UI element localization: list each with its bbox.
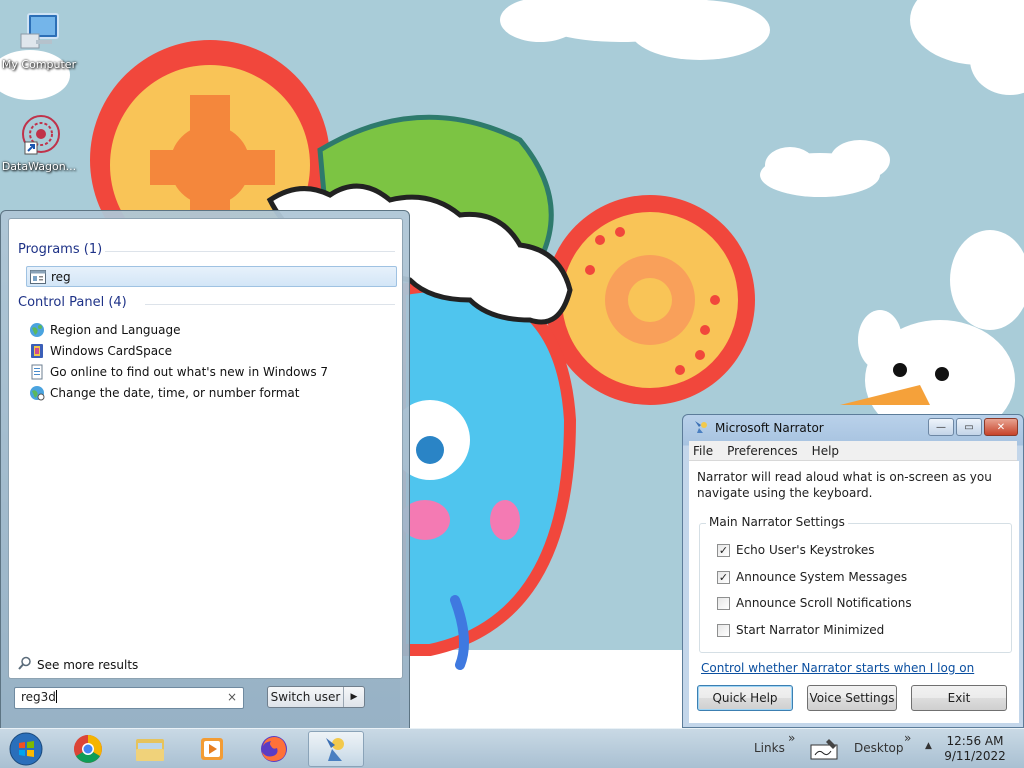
switch-user-arrow-icon[interactable]: ▶: [344, 687, 364, 707]
result-label: reg: [51, 269, 71, 284]
menu-file[interactable]: File: [693, 444, 713, 458]
narrator-app-icon: [693, 419, 709, 438]
desktop-icon-label: My Computer: [1, 58, 77, 71]
links-chevron-icon[interactable]: »: [788, 731, 795, 745]
checkbox-label: Announce Scroll Notifications: [736, 596, 912, 610]
checkbox-box[interactable]: ✓: [717, 570, 730, 584]
desktop-toolbar[interactable]: Desktop: [854, 741, 904, 755]
system-clock[interactable]: 12:56 AM 9/11/2022: [940, 734, 1010, 764]
start-menu: Programs (1) reg Control Panel (4) Regio…: [0, 210, 410, 730]
minimize-button[interactable]: —: [928, 418, 954, 436]
desktop-icon-datawagon[interactable]: DataWagon...: [1, 112, 77, 173]
close-button[interactable]: ✕: [984, 418, 1018, 436]
desktop-icon-my-computer[interactable]: My Computer: [1, 10, 77, 71]
chrome-icon: [74, 735, 102, 763]
clear-search-icon[interactable]: ×: [227, 690, 237, 704]
menu-preferences[interactable]: Preferences: [727, 444, 798, 458]
narrator-content: Narrator will read aloud what is on-scre…: [689, 461, 1019, 723]
checkbox-box[interactable]: [717, 596, 730, 610]
desktop-icon-label: DataWagon...: [1, 160, 77, 173]
control-panel-group-header[interactable]: Control Panel (4): [18, 295, 127, 310]
menu-help[interactable]: Help: [812, 444, 839, 458]
checkbox-label: Start Narrator Minimized: [736, 623, 885, 637]
result-program-reg[interactable]: reg: [26, 266, 397, 287]
search-icon: [18, 656, 32, 673]
links-toolbar[interactable]: Links: [754, 741, 785, 755]
desktop-chevron-icon[interactable]: »: [904, 731, 911, 745]
start-minimized-checkbox[interactable]: Start Narrator Minimized: [717, 623, 884, 637]
see-more-results-link[interactable]: See more results: [18, 656, 138, 673]
programs-group-header[interactable]: Programs (1): [18, 242, 102, 257]
divider: [105, 251, 395, 252]
narrator-window: Microsoft Narrator — ▭ ✕ File Preference…: [682, 414, 1024, 728]
clock-time: 12:56 AM: [946, 734, 1004, 748]
see-more-label: See more results: [37, 657, 139, 672]
folder-icon: [136, 739, 164, 761]
taskbar-explorer[interactable]: [122, 731, 178, 767]
startup-settings-link[interactable]: Control whether Narrator starts when I l…: [701, 661, 974, 675]
result-label: Windows CardSpace: [50, 343, 173, 358]
cardspace-icon: [29, 343, 45, 358]
announce-system-messages-checkbox[interactable]: ✓ Announce System Messages: [717, 570, 907, 584]
start-button[interactable]: [0, 731, 52, 767]
echo-keystrokes-checkbox[interactable]: ✓ Echo User's Keystrokes: [717, 543, 875, 557]
group-title: Main Narrator Settings: [706, 515, 848, 529]
search-results-panel: Programs (1) reg Control Panel (4) Regio…: [8, 218, 403, 679]
start-search-input[interactable]: reg3d ×: [14, 687, 244, 709]
main-settings-group: Main Narrator Settings ✓ Echo User's Key…: [699, 515, 1012, 653]
result-region-and-language[interactable]: Region and Language: [26, 319, 397, 340]
windows-orb-icon: [9, 732, 43, 766]
narrator-icon: [326, 738, 344, 761]
announce-scroll-notifications-checkbox[interactable]: Announce Scroll Notifications: [717, 596, 912, 610]
narrator-menu-bar: File Preferences Help: [689, 441, 1017, 461]
checkbox-box[interactable]: ✓: [717, 543, 730, 557]
result-whats-new-windows-7[interactable]: Go online to find out what's new in Wind…: [26, 361, 397, 382]
narrator-title: Microsoft Narrator: [715, 421, 824, 435]
divider: [145, 304, 395, 305]
taskbar-chrome[interactable]: [60, 731, 116, 767]
result-label: Go online to find out what's new in Wind…: [50, 364, 329, 379]
exit-button[interactable]: Exit: [911, 685, 1007, 711]
taskbar-narrator[interactable]: [308, 731, 364, 767]
taskbar-firefox[interactable]: [246, 731, 302, 767]
result-label: Region and Language: [50, 322, 181, 337]
document-icon: [29, 364, 45, 380]
taskbar-media-player[interactable]: [184, 731, 240, 767]
window-controls: — ▭ ✕: [928, 418, 1018, 436]
text-cursor: [55, 690, 57, 703]
computer-icon: [16, 10, 62, 56]
taskbar: Links » Desktop » ▲ 12:56 AM 9/11/2022: [0, 728, 1024, 768]
checkbox-label: Echo User's Keystrokes: [736, 543, 875, 557]
narrator-description: Narrator will read aloud what is on-scre…: [697, 470, 992, 500]
switch-user-button[interactable]: Switch user ▶: [267, 686, 365, 708]
globe-clock-icon: [29, 385, 45, 401]
result-windows-cardspace[interactable]: Windows CardSpace: [26, 340, 397, 361]
show-hidden-icons-arrow[interactable]: ▲: [925, 741, 932, 751]
firefox-icon: [261, 736, 287, 762]
clock-date: 9/11/2022: [944, 749, 1006, 763]
datawagon-icon: [16, 112, 62, 158]
tablet-pen-icon: [810, 739, 838, 760]
quick-help-button[interactable]: Quick Help: [697, 685, 793, 711]
checkbox-label: Announce System Messages: [736, 570, 908, 584]
result-change-date-time-format[interactable]: Change the date, time, or number format: [26, 382, 397, 403]
checkbox-box[interactable]: [717, 623, 730, 637]
maximize-button[interactable]: ▭: [956, 418, 982, 436]
search-input-value: reg3d: [21, 690, 56, 704]
tray-pen-tablet[interactable]: [804, 731, 844, 767]
switch-user-label: Switch user: [268, 687, 344, 707]
result-label: Change the date, time, or number format: [50, 385, 300, 400]
program-window-icon: [30, 270, 46, 285]
globe-icon: [29, 322, 45, 337]
media-player-icon: [201, 738, 223, 760]
voice-settings-button[interactable]: Voice Settings: [807, 685, 897, 711]
